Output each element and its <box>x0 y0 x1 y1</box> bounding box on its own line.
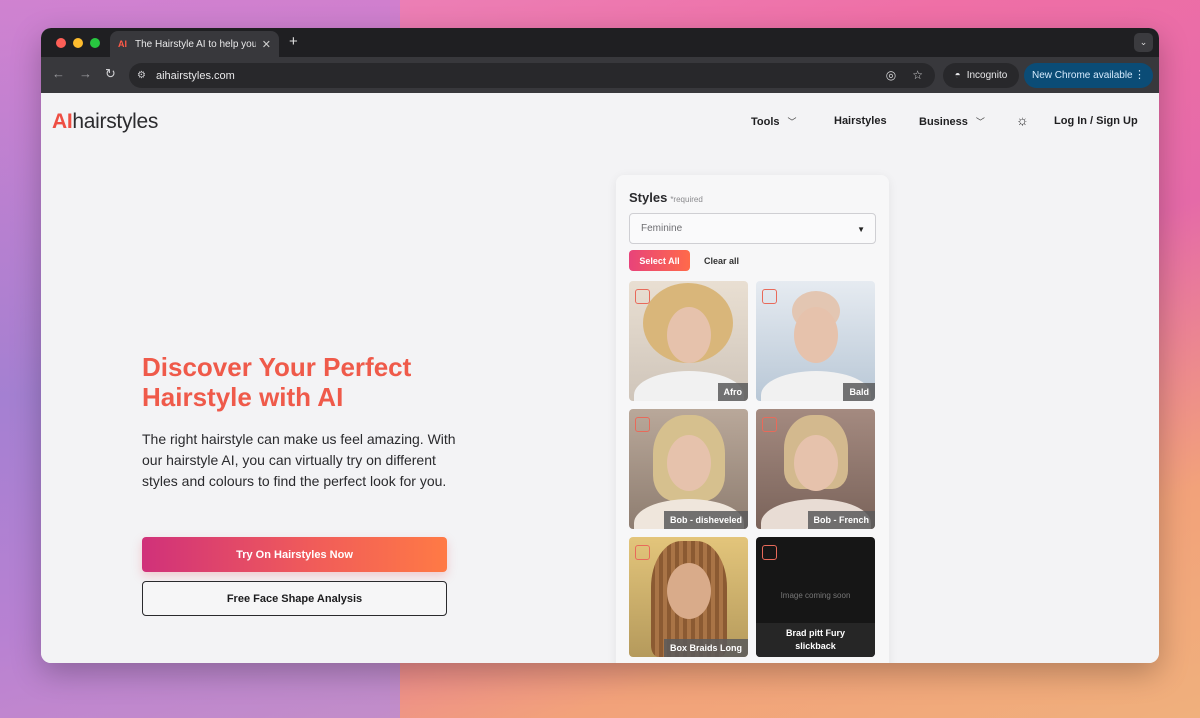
update-chrome-button[interactable]: New Chrome available ⋮ <box>1024 63 1153 88</box>
face-image <box>666 435 711 492</box>
more-menu-icon[interactable]: ⋮ <box>1134 68 1145 81</box>
style-card-brad-pitt-fury-slickback[interactable]: Image coming soon Brad pitt Fury slickba… <box>756 537 875 657</box>
minimize-window-button[interactable] <box>73 38 83 48</box>
hero-title-line1: Discover Your Perfect <box>142 352 412 382</box>
style-card-box-braids-long[interactable]: Box Braids Long <box>629 537 748 657</box>
nav-business[interactable]: Business ﹀ <box>919 115 985 128</box>
face-image <box>793 307 838 364</box>
style-card-afro[interactable]: Afro <box>629 281 748 401</box>
nav-tools-label: Tools <box>751 115 780 128</box>
try-on-button[interactable]: Try On Hairstyles Now <box>142 537 447 572</box>
select-all-button[interactable]: Select All <box>629 250 690 271</box>
style-card-bob-french[interactable]: Bob - French <box>756 409 875 529</box>
window-controls <box>56 38 100 48</box>
login-label: Log In / Sign Up <box>1054 115 1138 127</box>
style-checkbox[interactable] <box>762 289 777 304</box>
styles-label-text: Styles <box>629 190 668 205</box>
forward-icon[interactable]: → <box>79 66 92 81</box>
style-label: Bald <box>843 383 875 401</box>
style-checkbox[interactable] <box>635 545 650 560</box>
style-label-line2: slickback <box>795 641 836 651</box>
clear-all-button[interactable]: Clear all <box>704 256 739 266</box>
hero-title-line2: Hairstyle with AI <box>142 382 344 412</box>
chevron-down-icon: ﹀ <box>975 117 985 127</box>
browser-window: AI The Hairstyle AI to help you f ✕ + ⌄ … <box>41 28 1159 663</box>
close-tab-icon[interactable]: ✕ <box>262 38 271 51</box>
browser-tab[interactable]: AI The Hairstyle AI to help you f ✕ <box>110 31 279 57</box>
login-link[interactable]: Log In / Sign Up <box>1054 115 1138 127</box>
bookmark-star-icon[interactable]: ☆ <box>912 68 923 82</box>
face-image <box>666 307 711 364</box>
hero-description: The right hairstyle can make us feel ama… <box>142 431 456 489</box>
style-label: Bob - disheveled <box>663 511 748 529</box>
reload-icon[interactable]: ↻ <box>105 66 116 82</box>
chevron-down-icon: ﹀ <box>787 117 797 127</box>
nav-tools[interactable]: Tools ﹀ <box>751 115 797 128</box>
favicon-icon: AI <box>118 39 127 49</box>
hero-title: Discover Your Perfect Hairstyle with AI <box>142 352 472 412</box>
style-category-select[interactable]: Feminine ▼ <box>629 213 876 244</box>
image-placeholder-text: Image coming soon <box>780 591 851 600</box>
site-settings-icon[interactable]: ⚙ <box>137 70 146 81</box>
tab-search-icon[interactable]: ⌄ <box>1134 33 1153 52</box>
required-note: *required <box>670 195 703 204</box>
theme-toggle-sun-icon[interactable]: ☼ <box>1016 112 1029 128</box>
incognito-icon: ◓ <box>954 70 961 81</box>
face-image <box>666 563 711 620</box>
nav-hairstyles-label: Hairstyles <box>834 115 887 127</box>
nav-business-label: Business <box>919 115 968 128</box>
update-label: New Chrome available <box>1032 70 1133 81</box>
style-label: Bob - French <box>807 511 875 529</box>
styles-label: Styles *required <box>629 190 703 205</box>
face-shape-analysis-button[interactable]: Free Face Shape Analysis <box>142 581 447 616</box>
style-checkbox[interactable] <box>762 417 777 432</box>
incognito-label: Incognito <box>966 70 1008 81</box>
browser-toolbar: ← → ↻ ⚙ aihairstyles.com ◎ ☆ ◓ Incognito… <box>41 57 1159 93</box>
style-label: Brad pitt Fury slickback <box>756 623 875 657</box>
back-icon[interactable]: ← <box>52 66 65 81</box>
url-text: aihairstyles.com <box>155 69 235 82</box>
caret-down-icon: ▼ <box>857 225 865 234</box>
tab-title: The Hairstyle AI to help you f <box>135 38 256 50</box>
style-checkbox[interactable] <box>635 289 650 304</box>
logo-text: hairstyles <box>72 110 159 133</box>
maximize-window-button[interactable] <box>90 38 100 48</box>
style-label: Box Braids Long <box>663 639 748 657</box>
style-checkbox[interactable] <box>635 417 650 432</box>
address-bar[interactable]: ⚙ aihairstyles.com ◎ ☆ <box>129 63 935 88</box>
select-value: Feminine <box>641 223 683 234</box>
style-card-bald[interactable]: Bald <box>756 281 875 401</box>
styles-grid: Afro Bald Bob - disheveled Bob - French … <box>629 281 876 657</box>
tab-strip: AI The Hairstyle AI to help you f ✕ + ⌄ <box>41 28 1159 57</box>
style-label-line1: Brad pitt Fury <box>785 628 845 638</box>
style-card-bob-disheveled[interactable]: Bob - disheveled <box>629 409 748 529</box>
incognito-badge[interactable]: ◓ Incognito <box>943 63 1019 88</box>
style-checkbox[interactable] <box>762 545 777 560</box>
new-tab-icon[interactable]: + <box>289 33 298 50</box>
styles-panel: Styles *required Feminine ▼ Select All Cl… <box>616 175 889 663</box>
site-logo[interactable]: AIhairstyles <box>52 110 158 134</box>
face-image <box>793 435 838 492</box>
logo-ai: AI <box>52 110 73 133</box>
web-page: AIhairstyles Tools ﹀ Hairstyles Business… <box>41 93 1159 663</box>
nav-hairstyles[interactable]: Hairstyles <box>834 115 887 127</box>
close-window-button[interactable] <box>56 38 66 48</box>
style-label: Afro <box>717 383 748 401</box>
eye-off-icon[interactable]: ◎ <box>886 68 896 82</box>
